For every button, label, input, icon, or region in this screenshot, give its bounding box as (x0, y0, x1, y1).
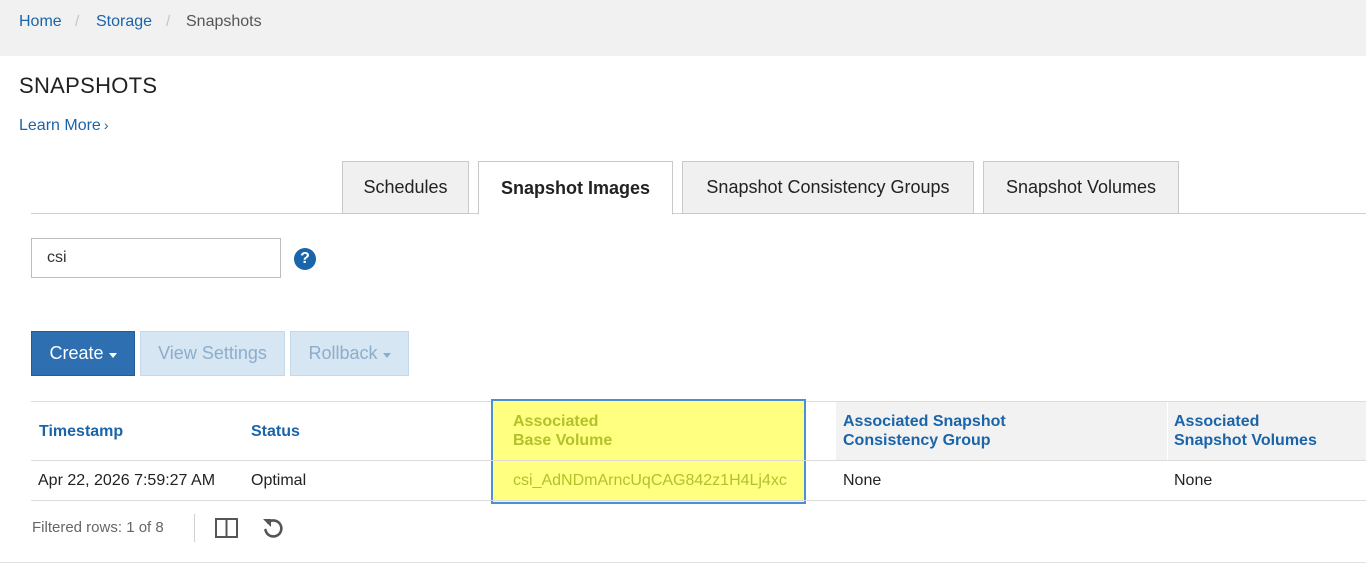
tab-label: Snapshot Consistency Groups (706, 177, 950, 197)
column-header-consistency-group[interactable]: Associated Snapshot Consistency Group (843, 412, 1006, 450)
breadcrumb-storage[interactable]: Storage (96, 12, 152, 32)
tab-snapshot-images[interactable]: Snapshot Images (478, 161, 673, 215)
row-divider (31, 460, 1366, 461)
page-title: SNAPSHOTS (19, 73, 158, 98)
breadcrumb-home[interactable]: Home (19, 12, 62, 32)
rollback-button[interactable]: Rollback (290, 331, 409, 376)
caret-down-icon (382, 352, 391, 358)
tab-label: Snapshot Images (500, 177, 651, 198)
tab-label: Snapshot Volumes (1005, 177, 1157, 197)
filter-input[interactable] (31, 238, 281, 278)
page-bottom-border (0, 562, 1366, 563)
tab-snapshot-volumes[interactable]: Snapshot Volumes (983, 161, 1179, 214)
caret-down-icon (108, 352, 117, 358)
question-circle-icon[interactable]: ? (294, 248, 316, 270)
footer-divider (194, 514, 195, 542)
learn-more-link[interactable]: Learn More › (19, 117, 109, 135)
learn-more-label: Learn More (19, 117, 101, 134)
header-line: Base Volume (513, 432, 613, 449)
breadcrumb-separator: / (166, 13, 171, 30)
view-settings-label: View Settings (158, 343, 267, 363)
view-settings-button[interactable]: View Settings (140, 331, 285, 376)
cell-status: Optimal (251, 472, 307, 489)
header-line: Associated (513, 413, 599, 430)
header-line: Snapshot Volumes (1174, 432, 1317, 449)
row-divider (31, 500, 1366, 501)
column-header-snapshot-volumes[interactable]: Associated Snapshot Volumes (1174, 412, 1317, 450)
tab-snapshot-consistency-groups[interactable]: Snapshot Consistency Groups (682, 161, 974, 214)
cell-timestamp: Apr 22, 2026 7:59:27 AM (38, 472, 216, 489)
cell-base-volume: csi_AdNDmArncUqCAG842z1H4Lj4xc (513, 472, 787, 489)
tab-schedules[interactable]: Schedules (342, 161, 469, 214)
cell-consistency-group: None (843, 472, 882, 489)
header-line: Consistency Group (843, 432, 991, 449)
refresh-icon[interactable] (261, 516, 285, 540)
column-header-timestamp[interactable]: Timestamp (39, 422, 123, 441)
header-line: Associated (1174, 413, 1260, 430)
tab-label: Schedules (363, 177, 448, 197)
columns-icon[interactable] (214, 516, 239, 540)
create-button[interactable]: Create (31, 331, 135, 376)
rollback-label: Rollback (308, 343, 378, 363)
column-header-base-volume[interactable]: Associated Base Volume (513, 412, 612, 450)
header-line: Associated Snapshot (843, 413, 1006, 430)
create-label: Create (49, 343, 104, 363)
breadcrumb-snapshots: Snapshots (186, 13, 262, 30)
cell-snapshot-volumes: None (1174, 472, 1213, 489)
breadcrumb-separator: / (75, 13, 80, 30)
column-header-status[interactable]: Status (251, 422, 300, 441)
chevron-right-icon: › (103, 117, 109, 133)
filtered-rows-count: Filtered rows: 1 of 8 (32, 519, 164, 536)
